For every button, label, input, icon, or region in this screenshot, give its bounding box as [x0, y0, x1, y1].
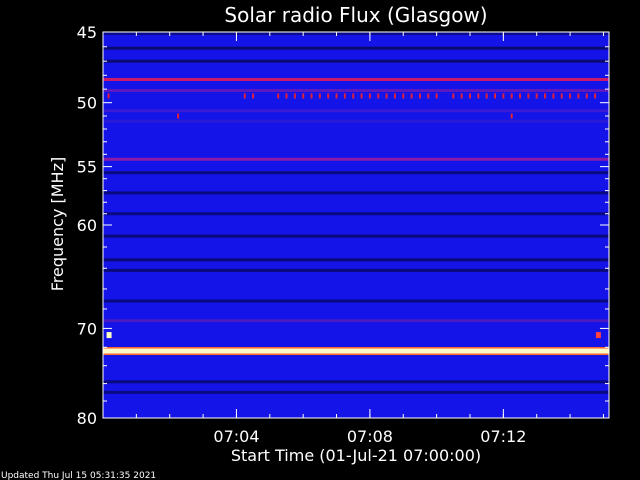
spike-23 [452, 93, 455, 99]
band-11 [103, 234, 609, 238]
spike-42 [510, 113, 513, 119]
spike-35 [552, 93, 555, 99]
spike-34 [544, 93, 547, 99]
spike-14 [368, 93, 371, 99]
spike-39 [585, 93, 588, 99]
y-tick-label-55: 55 [77, 158, 97, 177]
band-15 [103, 319, 609, 323]
spike-29 [502, 93, 505, 99]
spike-12 [352, 93, 355, 99]
spike-33 [535, 93, 538, 99]
band-12 [103, 258, 609, 262]
x-axis-label: Start Time (01-Jul-21 07:00:00) [231, 446, 481, 465]
band-glow-bottom [103, 353, 609, 356]
spike-2 [252, 93, 255, 99]
band-glow-top [103, 347, 609, 349]
spike-28 [494, 93, 497, 99]
band-6 [103, 119, 609, 123]
spike-24 [460, 93, 463, 99]
band-8 [103, 171, 609, 175]
spike-37 [569, 93, 572, 99]
x-tick-label-07:04: 07:04 [213, 427, 259, 446]
chart-title: Solar radio Flux (Glasgow) [224, 3, 487, 27]
spike-1 [243, 93, 246, 99]
y-tick-label-80: 80 [77, 409, 97, 428]
spike-25 [468, 93, 471, 99]
spectrogram-chart: Solar radio Flux (Glasgow) 455055607080 … [1, 3, 610, 480]
spike-13 [360, 93, 363, 99]
spike-27 [485, 93, 488, 99]
y-axis-label: Frequency [MHz] [48, 157, 67, 291]
spike-31 [519, 93, 522, 99]
spike-17 [393, 93, 396, 99]
spike-20 [418, 93, 421, 99]
spike-16 [385, 93, 388, 99]
band-5 [103, 109, 609, 113]
plot-area [102, 31, 610, 419]
y-tick-label-45: 45 [77, 23, 97, 42]
band-9 [103, 191, 609, 195]
spike-36 [560, 93, 563, 99]
y-tick-label-70: 70 [77, 319, 97, 338]
spike-26 [477, 93, 480, 99]
spike-10 [335, 93, 338, 99]
bright-point-1 [595, 332, 601, 339]
spike-6 [302, 93, 305, 99]
x-tick-label-07:12: 07:12 [480, 427, 526, 446]
band-7 [103, 157, 609, 161]
band-16 [103, 348, 609, 354]
spike-32 [527, 93, 530, 99]
spike-9 [327, 93, 330, 99]
spike-4 [285, 93, 288, 99]
x-tick-label-07:08: 07:08 [347, 427, 393, 446]
band-10 [103, 212, 609, 216]
y-tick-label-60: 60 [77, 216, 97, 235]
band-1 [103, 46, 609, 50]
band-18 [103, 390, 609, 394]
band-2 [103, 59, 609, 63]
band-13 [103, 268, 609, 272]
spike-21 [427, 93, 430, 99]
spike-3 [277, 93, 280, 99]
spike-11 [343, 93, 346, 99]
spike-22 [435, 93, 438, 99]
spike-5 [293, 93, 296, 99]
spike-30 [510, 93, 513, 99]
spike-40 [594, 93, 597, 99]
band-4 [103, 88, 609, 92]
y-tick-label-50: 50 [77, 94, 97, 113]
spike-19 [410, 93, 413, 99]
spike-0 [107, 93, 110, 99]
bright-point-0 [106, 332, 112, 339]
spike-41 [177, 113, 180, 119]
spike-38 [577, 93, 580, 99]
spike-7 [310, 93, 313, 99]
spike-15 [377, 93, 380, 99]
updated-timestamp: Updated Thu Jul 15 05:31:35 2021 [1, 471, 156, 480]
band-17 [103, 380, 609, 384]
band-14 [103, 299, 609, 303]
spike-18 [402, 93, 405, 99]
spike-8 [318, 93, 321, 99]
band-3 [103, 77, 609, 81]
